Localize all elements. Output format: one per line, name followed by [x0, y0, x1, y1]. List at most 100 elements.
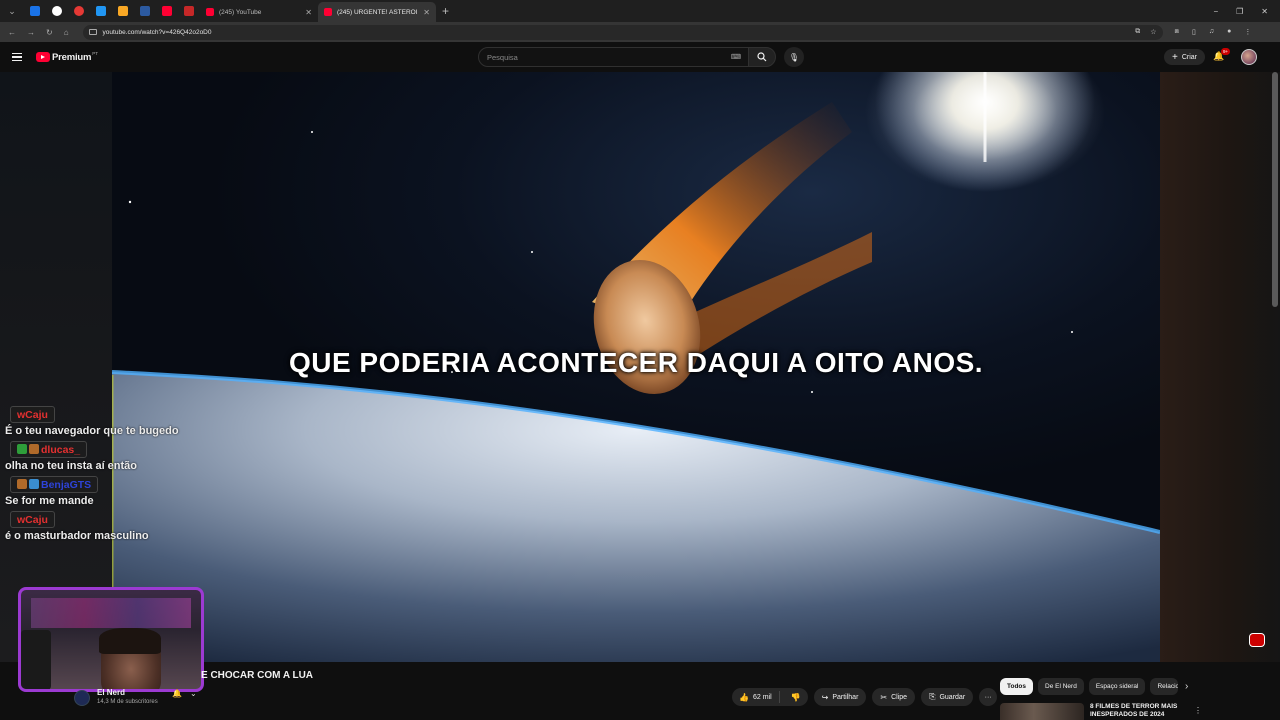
account-avatar[interactable]	[1241, 49, 1257, 65]
video-title: E CHOCAR COM A LUA	[201, 670, 314, 681]
profile-icon[interactable]: ●	[1227, 28, 1231, 36]
pinned-tab[interactable]	[24, 2, 46, 20]
url-text: youtube.com/watch?v=426Q42o2oD0	[102, 28, 212, 36]
browser-menu-icon[interactable]: ⋮	[1244, 28, 1251, 36]
subscribed-bell-button[interactable]: 🔔 ⌄	[172, 689, 197, 698]
more-actions-button[interactable]: ···	[979, 688, 998, 706]
pinned-tab[interactable]	[178, 2, 200, 20]
bookmark-star-icon[interactable]: ☆	[1150, 28, 1156, 36]
share-label: Partilhar	[832, 693, 859, 701]
tab-title: (245) YouTube	[219, 8, 262, 16]
webcam-shelf	[31, 598, 191, 628]
extensions-icon[interactable]: ⧈	[1175, 28, 1179, 36]
pinned-tab[interactable]	[68, 2, 90, 20]
bookmark-icon: ⎘	[929, 692, 936, 701]
save-label: Guardar	[939, 693, 966, 701]
pinned-tab[interactable]	[46, 2, 68, 20]
chat-message: wCaju É o teu navegador que te bugedo	[5, 406, 205, 437]
chat-username: BenjaGTS	[10, 476, 99, 493]
related-chips: Todos De El Nerd Espaço sideral Relacio	[1000, 678, 1179, 695]
maximize-icon[interactable]: ❐	[1236, 7, 1243, 16]
recommended-title[interactable]: 8 FILMES DE TERROR MAIS INESPERADOS DE 2…	[1090, 703, 1190, 720]
channel-name[interactable]: El Nerd	[97, 688, 125, 697]
pinned-tab[interactable]	[156, 2, 178, 20]
recommended-thumbnail[interactable]	[1000, 703, 1084, 720]
pinned-tab[interactable]	[112, 2, 134, 20]
minimize-icon[interactable]: −	[1213, 7, 1218, 16]
close-tab-icon[interactable]: ✕	[423, 8, 430, 17]
clip-label: Clipe	[891, 693, 908, 701]
site-info-icon[interactable]	[88, 29, 97, 35]
subscriber-count: 14,3 M de subscritores	[97, 699, 158, 705]
chat-message: wCaju é o masturbador masculino	[5, 511, 205, 542]
bell-icon: 🔔	[172, 689, 182, 698]
recommended-more-icon[interactable]: ⋮	[1194, 706, 1202, 715]
chip-todos[interactable]: Todos	[1000, 678, 1034, 695]
chat-username: wCaju	[10, 406, 55, 423]
youtube-premium-logo[interactable]: Premium PT	[36, 51, 98, 63]
stream-chat-overlay: wCaju É o teu navegador que te bugedo dl…	[5, 406, 205, 546]
browser-tab-strip: ⌄ (245) YouTube ✕ (245) URGENTE! ASTERÓI…	[0, 0, 1280, 22]
keyboard-icon[interactable]: ⌨	[731, 53, 741, 61]
voice-search-mic-icon[interactable]: 🎙	[784, 47, 804, 67]
logo-text: Premium	[52, 51, 92, 63]
media-icon[interactable]: ♫	[1209, 28, 1214, 36]
chat-username-text: dlucas_	[41, 444, 81, 456]
chat-text: É o teu navegador que te bugedo	[5, 425, 179, 437]
ambient-right	[1160, 72, 1280, 662]
tab-title: (245) URGENTE! ASTERÓIDE V...	[337, 8, 418, 16]
share-button[interactable]: ↪ Partilhar	[813, 688, 867, 706]
address-bar-row: ← → ↻ ⌂ youtube.com/watch?v=426Q42o2oD0 …	[0, 22, 1280, 42]
thumbs-down-icon: 👎	[790, 692, 801, 702]
tab-video-active[interactable]: (245) URGENTE! ASTERÓIDE V... ✕	[318, 2, 436, 22]
ambient-left	[0, 72, 112, 662]
close-window-icon[interactable]: ✕	[1261, 7, 1268, 16]
notifications-badge: 9+	[1221, 48, 1231, 55]
youtube-floating-icon[interactable]	[1249, 633, 1265, 647]
url-field[interactable]: youtube.com/watch?v=426Q42o2oD0 ⧉ ☆	[82, 24, 1163, 40]
search-icon	[757, 52, 767, 62]
clip-button[interactable]: ✂ Clipe	[872, 688, 916, 706]
chip-relacionados[interactable]: Relacio	[1150, 678, 1179, 695]
hamburger-menu-icon[interactable]	[12, 52, 30, 62]
window-controls: − ❐ ✕	[1213, 7, 1280, 16]
home-icon[interactable]: ⌂	[64, 28, 69, 37]
search-button[interactable]	[748, 47, 776, 67]
chat-text: é o masturbador masculino	[5, 530, 149, 542]
back-icon[interactable]: ←	[8, 28, 16, 37]
thumbs-up-icon: 👍	[739, 692, 749, 702]
chip-espaco-sideral[interactable]: Espaço sideral	[1088, 678, 1146, 695]
like-dislike-group: 👍 62 mil 👎	[732, 688, 808, 706]
channel-avatar[interactable]	[74, 690, 90, 706]
tab-search-icon[interactable]: ⌄	[4, 3, 20, 19]
close-tab-icon[interactable]: ✕	[305, 8, 312, 17]
video-actions: 👍 62 mil 👎 ↪ Partilhar ✂ Clipe ⎘ Guardar…	[732, 688, 998, 706]
chip-de-el-nerd[interactable]: De El Nerd	[1038, 678, 1084, 695]
youtube-masthead: Premium PT Pesquisa ⌨ 🎙 + Criar 🔔 9+	[0, 42, 1280, 72]
like-button[interactable]: 👍 62 mil	[732, 691, 780, 703]
chips-next-chevron-icon[interactable]: ›	[1185, 681, 1188, 692]
forward-icon[interactable]: →	[27, 28, 35, 37]
scissors-icon: ✂	[880, 692, 888, 702]
recommended-title-line: INESPERADOS DE 2024	[1090, 711, 1165, 718]
tab-youtube[interactable]: (245) YouTube ✕	[200, 2, 318, 22]
pinned-tab[interactable]	[90, 2, 112, 20]
page-scrollbar[interactable]	[1272, 72, 1278, 307]
sidepanel-icon[interactable]: ▯	[1192, 28, 1196, 36]
notifications-bell-icon[interactable]: 🔔 9+	[1213, 48, 1231, 65]
extensions-bar: ⧈ ▯ ♫ ● ⋮	[1175, 28, 1252, 36]
chat-message: dlucas_ olha no teu insta aí então	[5, 441, 205, 472]
new-tab-button[interactable]: +	[442, 4, 449, 18]
pinned-tab[interactable]	[134, 2, 156, 20]
pinned-tabs	[24, 2, 200, 20]
dislike-button[interactable]: 👎	[784, 693, 808, 702]
search-input[interactable]: Pesquisa ⌨	[478, 47, 750, 67]
chat-username: wCaju	[10, 511, 55, 528]
recommended-video[interactable]: 8 FILMES DE TERROR MAIS INESPERADOS DE 2…	[1000, 703, 1202, 720]
create-label: Criar	[1181, 53, 1198, 61]
badge-check-icon	[17, 444, 27, 454]
save-button[interactable]: ⎘ Guardar	[921, 688, 974, 706]
create-button[interactable]: + Criar	[1164, 49, 1206, 65]
install-app-icon[interactable]: ⧉	[1135, 28, 1140, 36]
reload-icon[interactable]: ↻	[46, 28, 53, 37]
